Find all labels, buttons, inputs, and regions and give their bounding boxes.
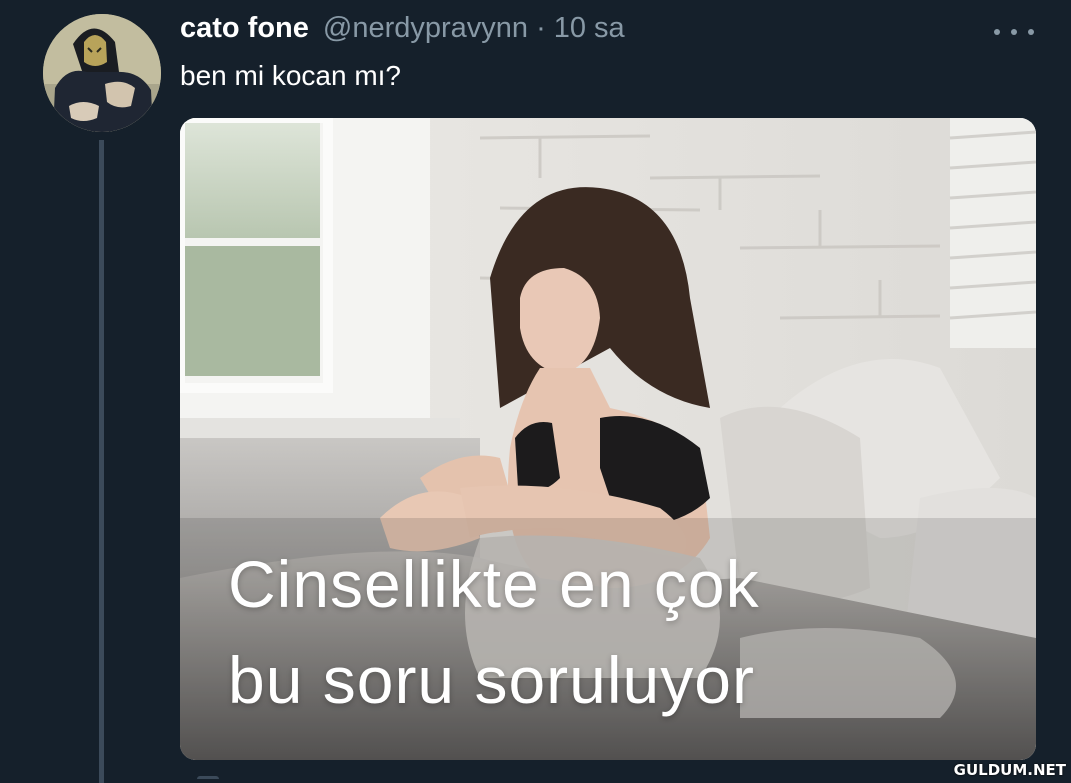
user-handle[interactable]: @nerdypravynn	[323, 12, 528, 45]
caption-line-1: Cinsellikte en çok	[228, 547, 760, 621]
tweet-timestamp[interactable]: 10 sa	[554, 12, 625, 45]
thread-line	[99, 140, 104, 783]
display-name[interactable]: cato fone	[180, 12, 309, 45]
caption-line-2: bu soru soruluyor	[228, 643, 755, 717]
image-caption: Cinsellikte en çok bu soru soruluyor	[228, 536, 760, 728]
more-options-icon[interactable]	[994, 20, 1034, 44]
user-avatar[interactable]	[43, 14, 161, 132]
watermark-text: GULDUM.NET	[953, 761, 1066, 779]
header-separator: ·	[536, 12, 546, 44]
reply-icon[interactable]	[197, 776, 219, 783]
tweet-text: ben mi kocan mı?	[180, 60, 401, 91]
tweet-header: cato fone @nerdypravynn · 10 sa	[180, 12, 625, 52]
tweet-media-image[interactable]: Cinsellikte en çok bu soru soruluyor	[180, 118, 1036, 760]
